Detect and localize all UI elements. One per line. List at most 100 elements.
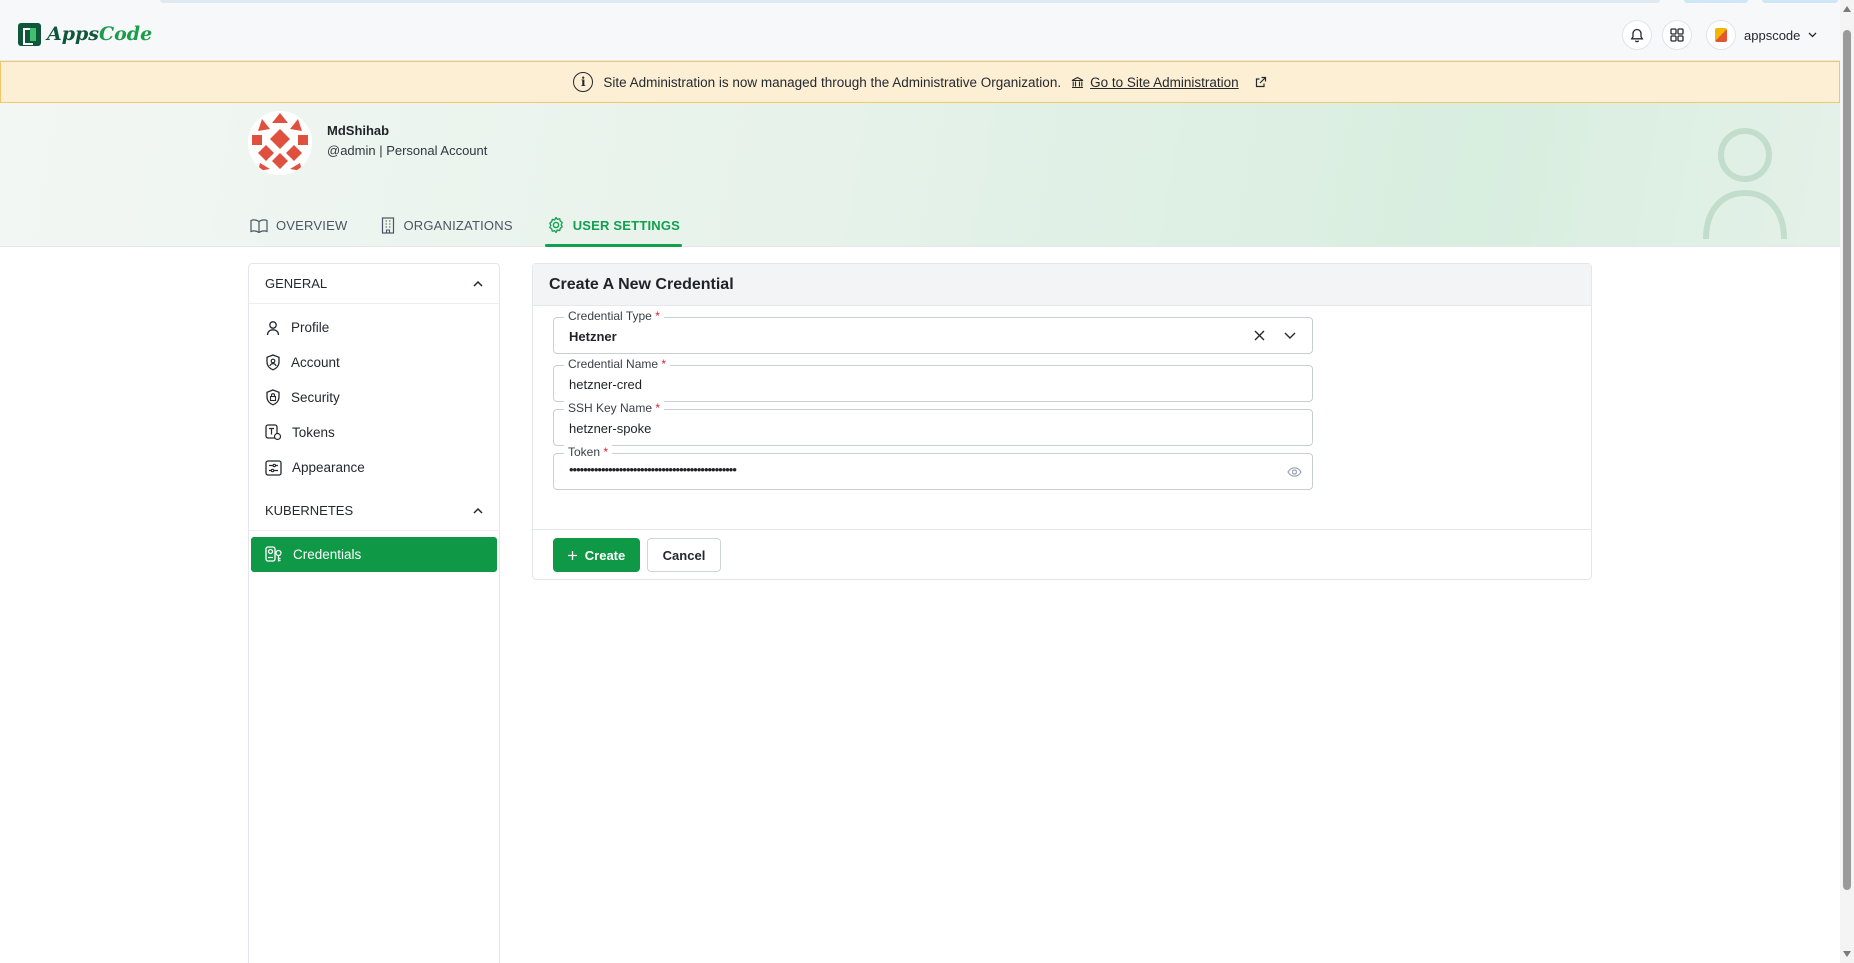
- tab-overview-label: OVERVIEW: [276, 217, 348, 233]
- sidebar-item-credentials[interactable]: Credentials: [251, 537, 497, 572]
- token-label: Token *: [564, 445, 613, 459]
- cancel-button-label: Cancel: [662, 547, 706, 563]
- credential-name-field[interactable]: Credential Name * hetzner-cred: [553, 357, 1313, 402]
- credential-name-value: hetzner-cred: [569, 377, 642, 392]
- dropdown-toggle[interactable]: [1284, 318, 1296, 353]
- bell-icon: [1630, 28, 1644, 42]
- create-credential-title: Create A New Credential: [549, 275, 734, 293]
- user-name: appscode: [1744, 27, 1801, 43]
- tab-overview[interactable]: OVERVIEW: [248, 203, 349, 247]
- plus-icon: [567, 550, 577, 560]
- sidebar-item-tokens[interactable]: Tokens: [251, 415, 497, 450]
- profile-avatar: [248, 111, 312, 175]
- sidebar-section-kubernetes[interactable]: KUBERNETES: [249, 491, 499, 531]
- sidebar-item-account[interactable]: Account: [251, 345, 497, 380]
- tab-user-settings-label: USER SETTINGS: [572, 217, 681, 233]
- credentials-icon: [265, 546, 282, 562]
- brand-wordmark: AppsCode: [47, 23, 152, 45]
- apps-button[interactable]: [1662, 20, 1692, 50]
- gear-icon: [548, 216, 563, 234]
- sidebar-item-label: Appearance: [292, 460, 365, 475]
- brand-wordmark-right: Code: [99, 23, 153, 45]
- page-scrollbar[interactable]: [1840, 0, 1854, 963]
- tab-organizations[interactable]: ORGANIZATIONS: [379, 203, 514, 247]
- book-icon: [250, 218, 268, 233]
- top-bar: AppsCode appscode: [0, 0, 1840, 61]
- brand-wordmark-left: Apps: [47, 23, 100, 45]
- appscode-logo[interactable]: AppsCode: [18, 22, 152, 46]
- settings-sidebar: GENERAL Profile Account Security Tokens …: [248, 263, 500, 963]
- shield-user-icon: [266, 354, 280, 371]
- sidebar-item-appearance[interactable]: Appearance: [251, 450, 497, 485]
- user-silhouette-icon: [1703, 128, 1787, 240]
- token-value: ••••••••••••••••••••••••••••••••••••••••…: [569, 462, 737, 477]
- ssh-key-name-label-text: SSH Key Name: [568, 401, 653, 415]
- sidebar-section-title: GENERAL: [265, 276, 328, 291]
- sidebar-item-label: Credentials: [293, 547, 362, 562]
- go-to-site-admin-label: Go to Site Administration: [1090, 74, 1239, 90]
- card-footer-divider: [533, 529, 1591, 530]
- browser-chrome-strip: [160, 0, 1660, 3]
- ssh-key-name-field[interactable]: SSH Key Name * hetzner-spoke: [553, 401, 1313, 446]
- tab-user-settings[interactable]: USER SETTINGS: [544, 203, 683, 247]
- profile-name: MdShihab: [327, 123, 390, 138]
- building-icon: [382, 216, 395, 234]
- create-button[interactable]: Create: [553, 538, 640, 572]
- required-marker: *: [661, 357, 667, 371]
- chevron-down-icon: [1808, 32, 1817, 38]
- credential-name-label: Credential Name *: [564, 357, 671, 371]
- create-credential-card: Create A New Credential Credential Type …: [532, 263, 1592, 580]
- sidebar-general-list: Profile Account Security Tokens Appearan…: [249, 304, 499, 491]
- chevron-down-icon: [1284, 332, 1296, 339]
- sidebar-section-general[interactable]: GENERAL: [249, 264, 499, 304]
- profile-subtitle: @admin | Personal Account: [327, 143, 488, 158]
- sidebar-item-label: Tokens: [292, 425, 335, 440]
- user-icon: [266, 320, 280, 335]
- credential-type-label-text: Credential Type: [568, 309, 652, 323]
- profile-header: MdShihab @admin | Personal Account OVERV…: [0, 103, 1840, 247]
- clear-selection-button[interactable]: [1254, 318, 1265, 353]
- info-icon: i: [573, 72, 594, 92]
- token-label-text: Token: [568, 445, 601, 459]
- external-link-icon[interactable]: [1255, 76, 1267, 88]
- required-marker: *: [655, 309, 660, 323]
- toggle-visibility-button[interactable]: [1287, 454, 1302, 489]
- sidebar-section-title: KUBERNETES: [265, 503, 354, 518]
- ssh-key-name-value: hetzner-spoke: [569, 421, 652, 436]
- sidebar-item-label: Security: [291, 390, 340, 405]
- appscode-logo-icon: [18, 22, 41, 46]
- notifications-button[interactable]: [1622, 20, 1652, 50]
- go-to-site-admin-link[interactable]: Go to Site Administration: [1071, 75, 1239, 90]
- banner-message: Site Administration is now managed throu…: [603, 74, 1062, 90]
- sidebar-item-security[interactable]: Security: [251, 380, 497, 415]
- token-icon: [265, 424, 282, 441]
- grid-icon: [1670, 28, 1684, 42]
- user-menu[interactable]: appscode: [1706, 20, 1817, 50]
- appearance-icon: [265, 459, 282, 476]
- credential-type-label: Credential Type *: [564, 309, 664, 323]
- browser-chrome-strip: [1684, 0, 1748, 3]
- required-marker: *: [603, 445, 609, 459]
- sidebar-item-profile[interactable]: Profile: [251, 310, 497, 345]
- chevron-up-icon: [473, 280, 483, 287]
- create-button-label: Create: [584, 547, 626, 563]
- profile-tabs: OVERVIEW ORGANIZATIONS USER SETTINGS: [248, 203, 712, 247]
- browser-chrome-strip: [1762, 0, 1838, 3]
- scroll-up-arrow[interactable]: [1843, 6, 1851, 12]
- credential-type-value: Hetzner: [569, 329, 617, 344]
- card-title: Create A New Credential: [533, 264, 1591, 306]
- sidebar-kubernetes-list: Credentials: [249, 531, 499, 578]
- close-icon: [1254, 330, 1265, 341]
- bank-icon: [1071, 76, 1084, 88]
- credential-type-select[interactable]: Credential Type * Hetzner: [553, 309, 1313, 354]
- ssh-key-name-label: SSH Key Name *: [564, 401, 665, 415]
- scrollbar-thumb[interactable]: [1843, 30, 1851, 890]
- token-field[interactable]: Token * ••••••••••••••••••••••••••••••••…: [553, 445, 1313, 490]
- credential-name-label-text: Credential Name: [568, 357, 659, 371]
- eye-icon: [1287, 466, 1302, 477]
- chevron-up-icon: [473, 507, 483, 514]
- cancel-button[interactable]: Cancel: [647, 538, 721, 572]
- sidebar-item-label: Account: [291, 355, 340, 370]
- sidebar-item-label: Profile: [291, 320, 330, 335]
- scroll-down-arrow[interactable]: [1843, 951, 1851, 957]
